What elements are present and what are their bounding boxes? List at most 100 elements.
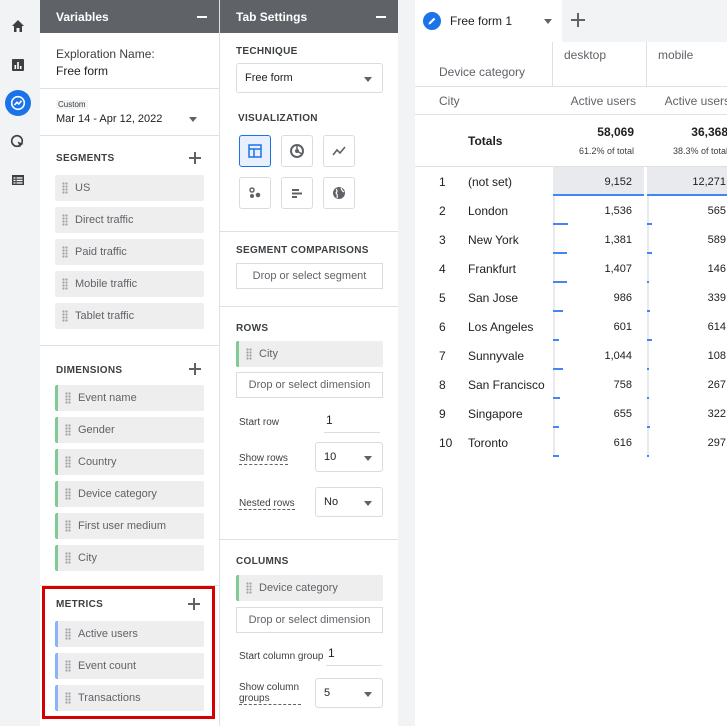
date-dropdown-icon[interactable] xyxy=(189,117,197,122)
table-row-city[interactable]: Sunnyvale xyxy=(468,349,524,363)
chip-label: Tablet traffic xyxy=(75,310,135,322)
donut-chart-icon[interactable] xyxy=(281,135,313,167)
date-range-value[interactable]: Mar 14 - Apr 12, 2022 xyxy=(56,113,162,125)
list-icon[interactable] xyxy=(5,167,31,193)
segment-chip[interactable]: Tablet traffic xyxy=(55,303,204,329)
segment-chip[interactable]: Direct traffic xyxy=(55,207,204,233)
segment-chip[interactable]: Mobile traffic xyxy=(55,271,204,297)
table-row-number: 7 xyxy=(439,349,446,363)
table-row-city[interactable]: (not set) xyxy=(468,175,512,189)
drag-handle-icon[interactable] xyxy=(62,278,68,290)
table-row-city[interactable]: London xyxy=(468,204,508,218)
drag-handle-icon[interactable] xyxy=(62,214,68,226)
scatter-plot-icon[interactable] xyxy=(239,177,271,209)
date-custom-label: Custom xyxy=(56,100,88,109)
horizontal-bar-chart-icon[interactable] xyxy=(281,177,313,209)
drag-handle-icon[interactable] xyxy=(65,692,71,704)
table-row-city[interactable]: New York xyxy=(468,233,519,247)
segment-chip[interactable]: Paid traffic xyxy=(55,239,204,265)
column-dimension-chip[interactable]: Device category xyxy=(236,575,383,601)
table-row-city[interactable]: San Jose xyxy=(468,291,518,305)
column-dropzone[interactable]: Drop or select dimension xyxy=(236,607,383,633)
table-row-number: 6 xyxy=(439,320,446,334)
column-group-header[interactable]: desktop xyxy=(564,48,606,62)
drag-handle-icon[interactable] xyxy=(65,424,71,436)
table-row-city[interactable]: San Francisco xyxy=(468,378,545,392)
total-percent: 38.3% of total xyxy=(672,146,727,156)
home-icon[interactable] xyxy=(5,13,31,39)
add-segment-icon[interactable] xyxy=(189,152,201,164)
tab-settings-panel: Tab Settings TECHNIQUE Free form VISUALI… xyxy=(219,0,398,726)
drag-handle-icon[interactable] xyxy=(65,488,71,500)
geo-map-icon[interactable] xyxy=(323,177,355,209)
dimension-chip[interactable]: Device category xyxy=(55,481,204,507)
show-rows-select[interactable]: 10 xyxy=(315,442,383,472)
collapse-variables-icon[interactable] xyxy=(197,16,207,18)
explore-icon[interactable] xyxy=(5,90,31,116)
dimension-chip[interactable]: Event name xyxy=(55,385,204,411)
segment-comparisons-section: SEGMENT COMPARISONS Drop or select segme… xyxy=(220,232,398,307)
technique-select[interactable]: Free form xyxy=(236,63,383,93)
pencil-icon[interactable] xyxy=(423,12,441,30)
column-group-header[interactable]: mobile xyxy=(658,48,693,62)
drag-handle-icon[interactable] xyxy=(62,182,68,194)
segment-dropzone[interactable]: Drop or select segment xyxy=(236,263,383,289)
dimension-chip[interactable]: City xyxy=(55,545,204,571)
nested-rows-select[interactable]: No xyxy=(315,487,383,517)
show-column-groups-select[interactable]: 5 xyxy=(315,678,383,708)
table-cell-desktop: 616 xyxy=(613,437,632,449)
drag-handle-icon[interactable] xyxy=(62,310,68,322)
drag-handle-icon[interactable] xyxy=(65,456,71,468)
row-dimension-chip[interactable]: City xyxy=(236,341,383,367)
tab-free-form-1[interactable]: Free form 1 xyxy=(415,0,562,42)
visualization-title: VISUALIZATION xyxy=(238,113,318,124)
metric-header[interactable]: Active users xyxy=(646,94,727,108)
add-tab-icon[interactable] xyxy=(571,13,585,27)
start-row-input[interactable]: 1 xyxy=(324,413,380,433)
rows-title: ROWS xyxy=(236,323,269,334)
table-row-city[interactable]: Toronto xyxy=(468,436,508,450)
table-row-city[interactable]: Singapore xyxy=(468,407,523,421)
chip-label: US xyxy=(75,182,91,194)
chip-label: Country xyxy=(78,456,117,468)
line-chart-icon[interactable] xyxy=(323,135,355,167)
metrics-highlight: METRICS Active users Event count Transac… xyxy=(42,586,215,719)
drag-handle-icon[interactable] xyxy=(65,628,71,640)
drag-handle-icon[interactable] xyxy=(246,348,252,360)
dimension-chip[interactable]: Gender xyxy=(55,417,204,443)
chip-label: Event name xyxy=(78,392,137,404)
dimension-chip[interactable]: Country xyxy=(55,449,204,475)
tab-menu-icon[interactable] xyxy=(544,19,552,24)
drag-handle-icon[interactable] xyxy=(65,552,71,564)
advertising-icon[interactable] xyxy=(5,129,31,155)
exploration-canvas: Free form 1 Device category desktop Active… xyxy=(415,0,727,726)
collapse-tab-settings-icon[interactable] xyxy=(376,16,386,18)
add-dimension-icon[interactable] xyxy=(189,363,201,375)
table-cell-mobile: 12,271 xyxy=(692,176,726,188)
table-row-city[interactable]: Los Angeles xyxy=(468,320,533,334)
segment-chip[interactable]: US xyxy=(55,175,204,201)
metric-header[interactable]: Active users xyxy=(552,94,636,108)
dimension-chip[interactable]: First user medium xyxy=(55,513,204,539)
row-dimension-header[interactable]: City xyxy=(439,94,460,108)
row-dropzone[interactable]: Drop or select dimension xyxy=(236,372,383,398)
start-column-input[interactable]: 1 xyxy=(326,646,382,666)
table-row-city[interactable]: Frankfurt xyxy=(468,262,516,276)
metric-chip[interactable]: Event count xyxy=(55,653,204,679)
drag-handle-icon[interactable] xyxy=(65,392,71,404)
segment-comparisons-title: SEGMENT COMPARISONS xyxy=(236,245,369,256)
metrics-title: METRICS xyxy=(56,599,104,610)
columns-section: COLUMNS Device category Drop or select d… xyxy=(220,540,398,724)
drag-handle-icon[interactable] xyxy=(246,582,252,594)
table-icon[interactable] xyxy=(239,135,271,167)
metric-chip[interactable]: Active users xyxy=(55,621,204,647)
exploration-name-input[interactable]: Free form xyxy=(56,64,108,78)
drag-handle-icon[interactable] xyxy=(65,660,71,672)
bar-chart-icon[interactable] xyxy=(5,52,31,78)
add-metric-icon[interactable] xyxy=(188,598,200,610)
drag-handle-icon[interactable] xyxy=(65,520,71,532)
date-range-section[interactable]: Custom Mar 14 - Apr 12, 2022 xyxy=(40,89,219,136)
drag-handle-icon[interactable] xyxy=(62,246,68,258)
metric-chip[interactable]: Transactions xyxy=(55,685,204,711)
chevron-down-icon xyxy=(364,456,372,461)
